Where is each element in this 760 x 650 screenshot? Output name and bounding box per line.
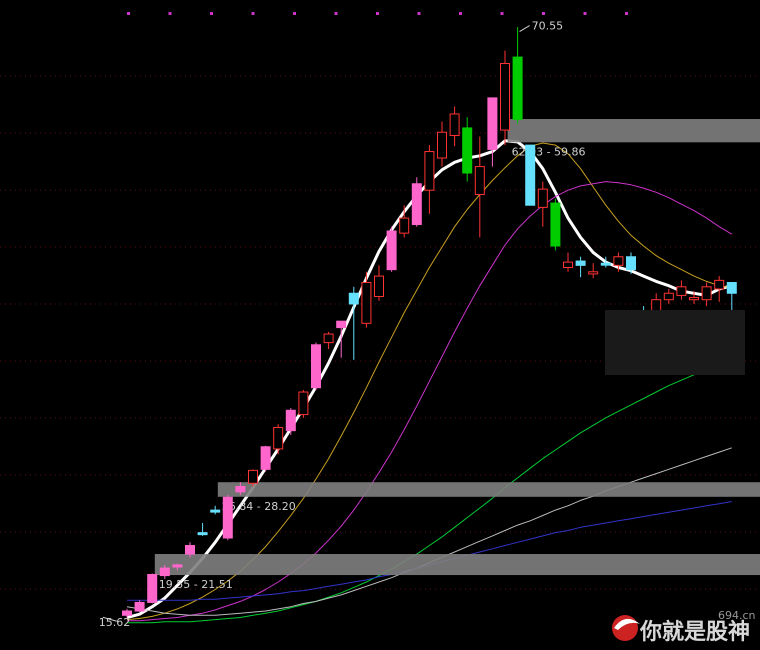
price-band-2 [217,482,760,497]
candle-body [449,113,460,136]
top-marker [127,12,130,15]
top-marker [210,12,213,15]
candle-body [311,344,321,389]
candle-body [399,217,410,234]
candle-body [159,567,170,577]
candle-body [134,601,145,612]
top-marker [583,12,587,15]
top-marker [417,12,421,15]
candle-body [122,610,132,616]
brand-text: 你就是股神 [639,619,750,645]
top-marker [625,12,628,15]
price-band-label-2: 26.84 - 28.20 [222,500,296,513]
candle-body [374,275,384,297]
candle-body [185,545,195,555]
candle-body [600,262,611,266]
candle-body [500,63,510,131]
candle-body [248,469,258,484]
candle-body [147,574,158,603]
candle-body [210,509,221,513]
candle-body [525,144,536,206]
top-marker [251,12,255,15]
top-marker [293,12,296,15]
price-band-1 [507,119,760,143]
candle-body [273,426,284,450]
candle-body [260,446,271,470]
top-marker [376,12,379,15]
candle-body [386,230,397,271]
candle-body [285,409,296,432]
candle-body [575,260,586,266]
blurred-watermark-box [605,310,745,375]
candle-body [462,127,473,174]
top-markers [127,12,628,15]
candle-body [701,286,712,301]
price-band-label-1: 62.03 - 59.86 [512,145,586,158]
candle-body [172,564,183,568]
top-marker [459,12,462,15]
candle-body [550,202,561,247]
candle-body [437,131,447,159]
candle-body [689,297,699,301]
site-text: 694.cn [718,609,756,622]
brand-logo-icon [612,615,640,641]
price-band-label-3: 19.55 - 21.51 [159,578,233,591]
candle-body [222,496,233,539]
candle-body [197,532,208,536]
candle-body [411,183,422,226]
high-price-label: 70.55 [532,20,564,33]
candle-body [726,282,737,294]
candle-body [714,279,725,290]
top-marker [500,12,504,15]
candle-body [663,292,674,301]
top-marker [542,12,545,15]
low-price-label: 15.62 [99,616,131,629]
candlestick-chart: 62.03 - 59.8626.84 - 28.2019.55 - 21.51 … [0,12,760,645]
candle-body [487,97,498,150]
candle-body [424,151,435,191]
candle-body [323,333,334,344]
candle-body [336,320,347,329]
candle-body [676,286,687,296]
candle-body [563,261,573,268]
candle-body [588,271,599,275]
candle-body [235,485,246,493]
candle-body [474,166,485,195]
price-band-3 [154,554,760,576]
watermark: 你就是股神 694.cn [605,310,756,645]
candle-body [298,391,309,416]
candle-body [512,56,523,120]
candle-body [348,292,359,305]
high-pointer [519,25,530,32]
candle-body [361,282,372,324]
top-marker [334,12,338,15]
candle-body [537,188,548,208]
candle-body [613,256,624,266]
candle-body [626,256,636,271]
top-marker [168,12,172,15]
